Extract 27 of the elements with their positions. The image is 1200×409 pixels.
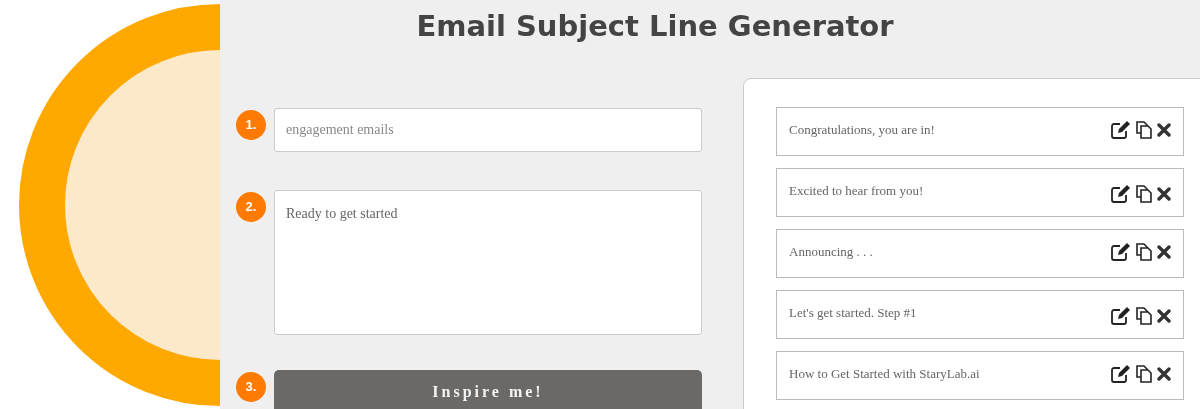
page-title: Email Subject Line Generator <box>415 8 895 45</box>
copy-icon[interactable] <box>1135 242 1153 261</box>
input-field[interactable]: engagement emails <box>274 108 702 152</box>
close-icon[interactable] <box>1157 122 1171 137</box>
copy-icon[interactable] <box>1135 184 1153 203</box>
edit-icon[interactable] <box>1111 364 1131 383</box>
edit-icon[interactable] <box>1111 242 1131 261</box>
subject-line: Announcing . . . <box>789 243 873 261</box>
copy-icon[interactable] <box>1135 364 1153 383</box>
inspire-button[interactable]: Inspire me! <box>274 370 702 409</box>
copy-icon[interactable] <box>1135 306 1153 325</box>
close-icon[interactable] <box>1157 244 1171 259</box>
edit-icon[interactable] <box>1111 120 1131 139</box>
copy-icon[interactable] <box>1135 120 1153 139</box>
close-icon[interactable] <box>1157 366 1171 381</box>
step-number: 3. <box>236 372 266 402</box>
close-icon[interactable] <box>1157 308 1171 323</box>
subject-line: How to Get Started with StaryLab.ai <box>789 365 980 383</box>
subject-line: Congratulations, you are in! <box>789 121 935 139</box>
subject-line: Excited to hear from you! <box>789 182 924 200</box>
subject-line: Let's get started. Step #1 <box>789 304 917 322</box>
edit-icon[interactable] <box>1111 306 1131 325</box>
close-icon[interactable] <box>1157 186 1171 201</box>
step-number: 1. <box>236 110 266 140</box>
text-area[interactable]: Ready to get started <box>274 190 702 335</box>
edit-icon[interactable] <box>1111 184 1131 203</box>
step-number: 2. <box>236 192 266 222</box>
